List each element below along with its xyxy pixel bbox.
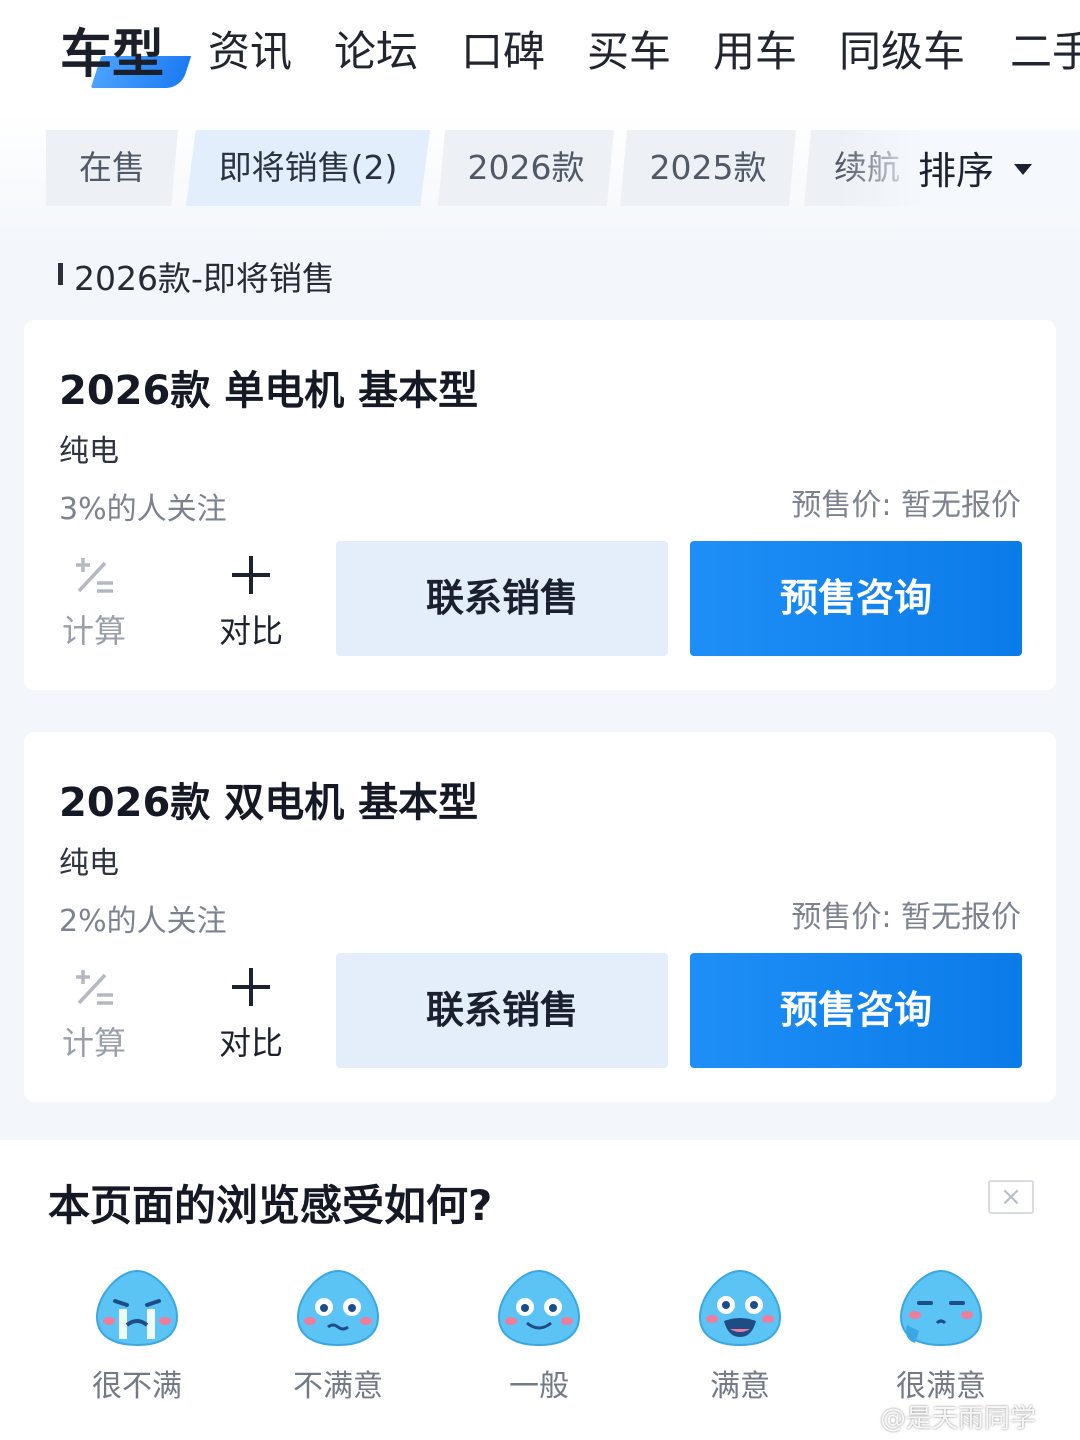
energy-type: 纯电 (59, 434, 119, 469)
feedback-panel: 本页面的浏览感受如何? × 很不满 不满意 一般 满意 很满意 (0, 1140, 1080, 1440)
feedback-title: 本页面的浏览感受如何? (48, 1181, 493, 1230)
rating-neutral[interactable]: 一般 (459, 1265, 619, 1405)
model-card: 2026款 双电机 基本型 纯电 2%的人关注 预售价: 暂无报价 计算 对比 … (24, 732, 1056, 1102)
compare-label: 对比 (218, 612, 283, 650)
rating-satisfied[interactable]: 满意 (660, 1265, 820, 1405)
rating-label: 不满意 (293, 1369, 383, 1404)
crying-face-icon (95, 1269, 179, 1347)
tab-buy[interactable]: 买车 (587, 18, 671, 79)
watermark: @是天雨同学 (880, 1404, 1037, 1434)
rating-very-satisfied[interactable]: 很满意 (861, 1265, 1021, 1405)
rating-label: 满意 (710, 1369, 770, 1404)
happy-face-icon (698, 1269, 782, 1347)
rating-unsatisfied[interactable]: 不满意 (258, 1265, 418, 1405)
calculate-label: 计算 (61, 612, 126, 650)
section-title: 2026款-即将销售 (74, 259, 335, 298)
tab-similar[interactable]: 同级车 (839, 18, 965, 79)
compare-button[interactable]: 对比 (211, 962, 291, 1064)
tab-forum[interactable]: 论坛 (334, 18, 418, 79)
model-title[interactable]: 2026款 单电机 基本型 (59, 358, 478, 416)
plus-icon (211, 962, 291, 1012)
chip-upcoming[interactable]: 即将销售(2) (186, 130, 430, 206)
rating-very-unsatisfied[interactable]: 很不满 (57, 1265, 217, 1405)
model-card: 2026款 单电机 基本型 纯电 3%的人关注 预售价: 暂无报价 计算 对比 … (24, 320, 1056, 690)
rating-label: 一般 (509, 1369, 569, 1404)
delighted-face-icon (899, 1269, 983, 1347)
presale-consult-button[interactable]: 预售咨询 (690, 953, 1022, 1068)
model-title[interactable]: 2026款 双电机 基本型 (59, 770, 478, 828)
tab-used[interactable]: 二手 (1010, 18, 1080, 79)
presale-consult-button[interactable]: 预售咨询 (690, 541, 1022, 656)
plus-icon (211, 550, 291, 600)
tab-reviews[interactable]: 口碑 (461, 18, 545, 79)
chip-on-sale[interactable]: 在售 (46, 130, 178, 206)
chip-2026[interactable]: 2026款 (438, 130, 614, 206)
caret-down-icon[interactable] (1014, 164, 1032, 175)
rating-label: 很不满 (92, 1369, 182, 1404)
calculate-button[interactable]: 计算 (54, 962, 134, 1064)
presale-price: 预售价: 暂无报价 (791, 488, 1021, 523)
chip-2025[interactable]: 2025款 (620, 130, 796, 206)
attention-rate: 3%的人关注 (59, 492, 227, 527)
worried-face-icon (296, 1269, 380, 1347)
contact-sales-button[interactable]: 联系销售 (336, 953, 668, 1068)
calculator-icon (54, 550, 134, 600)
top-nav: 车型 资讯 论坛 口碑 买车 用车 同级车 二手 (0, 0, 1080, 105)
compare-label: 对比 (218, 1024, 283, 1062)
close-icon[interactable]: × (988, 1180, 1034, 1214)
tab-models[interactable]: 车型 (60, 12, 164, 87)
attention-rate: 2%的人关注 (59, 904, 227, 939)
calculate-label: 计算 (61, 1024, 126, 1062)
tab-news[interactable]: 资讯 (208, 18, 292, 79)
compare-button[interactable]: 对比 (211, 550, 291, 652)
tab-use[interactable]: 用车 (713, 18, 797, 79)
neutral-face-icon (497, 1269, 581, 1347)
calculate-button[interactable]: 计算 (54, 550, 134, 652)
calculator-icon (54, 962, 134, 1012)
filter-chips: 在售 即将销售(2) 2026款 2025款 续航 排序 (0, 130, 1080, 208)
presale-price: 预售价: 暂无报价 (791, 900, 1021, 935)
contact-sales-button[interactable]: 联系销售 (336, 541, 668, 656)
energy-type: 纯电 (59, 846, 119, 881)
sort-button[interactable]: 排序 (918, 140, 994, 195)
